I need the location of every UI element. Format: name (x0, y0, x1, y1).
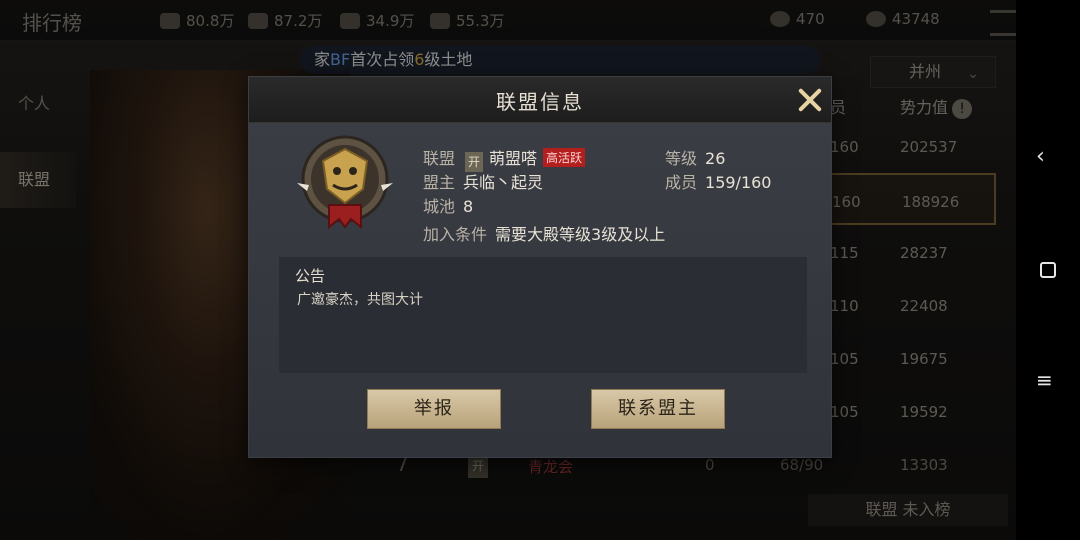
notice-panel: 公告 广邀豪杰，共图大计 (279, 257, 807, 373)
alliance-emblem-icon (297, 135, 393, 230)
members-value: 159/160 (705, 173, 772, 192)
close-icon[interactable] (795, 85, 825, 115)
alliance-info-dialog: 联盟信息 联盟开萌盟嗒 高活跃 盟主 兵临丶起灵 城池 8 加入条件 需要大殿等级3级及… (248, 76, 832, 458)
cities-row: 城池 8 (423, 197, 474, 216)
menu-icon[interactable]: ≡ (1036, 368, 1053, 392)
join-condition-value: 需要大殿等级3级及以上 (495, 225, 666, 244)
level-row: 等级 26 (665, 149, 726, 168)
alliance-row: 联盟开萌盟嗒 高活跃 (423, 145, 586, 172)
alliance-name: 萌盟嗒 (489, 149, 538, 168)
dialog-title: 联盟信息 (496, 90, 584, 114)
home-square-icon[interactable] (1040, 262, 1056, 278)
level-value: 26 (705, 149, 726, 168)
activity-badge: 高活跃 (543, 148, 586, 167)
notice-title: 公告 (295, 267, 326, 285)
dialog-body: 联盟开萌盟嗒 高活跃 盟主 兵临丶起灵 城池 8 加入条件 需要大殿等级3级及以上 等级… (249, 123, 831, 457)
contact-leader-button[interactable]: 联系盟主 (591, 389, 725, 429)
notice-text: 广邀豪杰，共图大计 (297, 292, 423, 308)
leader-name: 兵临丶起灵 (463, 173, 544, 192)
join-condition-row: 加入条件 需要大殿等级3级及以上 (423, 225, 666, 244)
leader-row: 盟主 兵临丶起灵 (423, 173, 544, 192)
dialog-header: 联盟信息 (249, 77, 831, 123)
cities-value: 8 (463, 197, 474, 216)
members-row: 成员 159/160 (665, 173, 772, 192)
back-icon[interactable]: ‹ (1036, 144, 1045, 169)
report-button[interactable]: 举报 (367, 389, 501, 429)
